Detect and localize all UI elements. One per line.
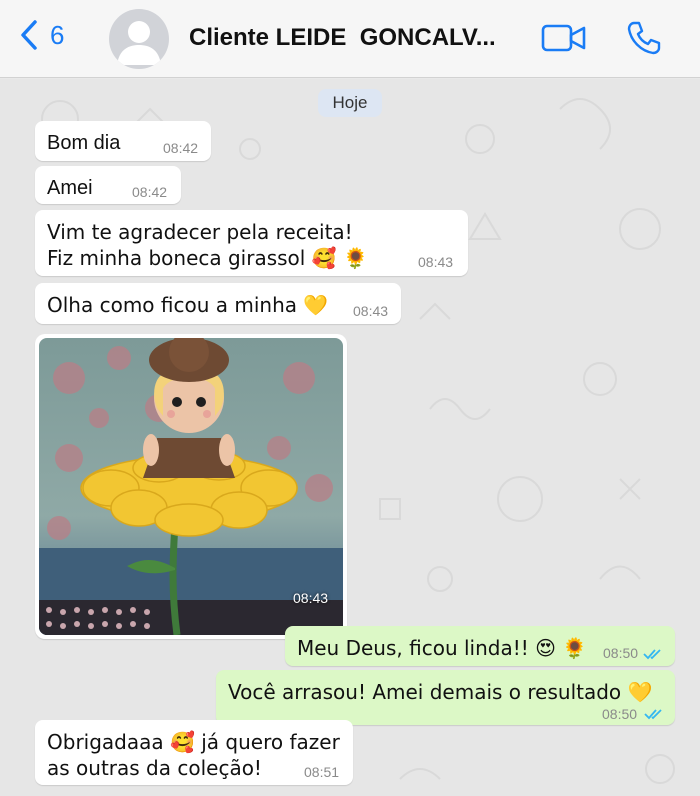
chat-header: 6 Cliente LEIDE GONCALV... xyxy=(0,0,700,78)
date-separator: Hoje xyxy=(318,89,382,117)
message-text: Amei xyxy=(47,177,93,199)
avatar[interactable] xyxy=(109,9,169,69)
message-time: 08:43 xyxy=(293,590,329,606)
message-time: 08:43 xyxy=(353,303,389,319)
double-check-icon xyxy=(643,649,661,660)
message-time: 08:42 xyxy=(132,184,168,200)
message-text: Bom dia xyxy=(47,132,121,154)
video-call-button[interactable] xyxy=(541,22,587,59)
message-text: Meu Deus, ficou linda!! 😍 🌻 xyxy=(297,636,588,660)
message-time: 08:42 xyxy=(163,140,199,156)
message-list[interactable]: Hoje Bom dia 08:42 Amei 08:42 Vim te agr… xyxy=(0,79,700,796)
unread-count: 6 xyxy=(50,19,65,50)
video-camera-icon xyxy=(541,24,586,52)
phone-icon xyxy=(627,21,661,55)
chevron-left-icon xyxy=(21,20,37,50)
message-text: Obrigadaaa 🥰 já quero fazer as outras da… xyxy=(47,730,340,780)
message-bubble-incoming[interactable]: Vim te agradecer pela receita! Fiz minha… xyxy=(35,210,468,276)
double-check-icon xyxy=(644,709,662,720)
message-time: 08:43 xyxy=(418,254,454,270)
message-time: 08:50 xyxy=(602,706,638,722)
message-time: 08:50 xyxy=(603,645,639,661)
message-text: Você arrasou! Amei demais o resultado 💛 xyxy=(228,680,653,704)
message-text: Vim te agradecer pela receita! Fiz minha… xyxy=(47,220,368,270)
message-bubble-outgoing[interactable]: Você arrasou! Amei demais o resultado 💛 … xyxy=(216,670,675,725)
avatar-placeholder-icon xyxy=(117,21,161,65)
contact-name[interactable]: Cliente LEIDE GONCALV... xyxy=(189,24,529,52)
back-button[interactable]: 6 xyxy=(18,18,64,52)
message-bubble-outgoing[interactable]: Meu Deus, ficou linda!! 😍 🌻 08:50 xyxy=(285,626,675,666)
voice-call-button[interactable] xyxy=(626,20,662,61)
message-bubble-incoming[interactable]: Bom dia 08:42 xyxy=(35,121,211,161)
photo-message[interactable]: 08:43 xyxy=(35,334,347,639)
message-text: Olha como ficou a minha 💛 xyxy=(47,293,329,317)
message-bubble-incoming[interactable]: Obrigadaaa 🥰 já quero fazer as outras da… xyxy=(35,720,353,785)
message-bubble-incoming[interactable]: Amei 08:42 xyxy=(35,166,181,204)
message-bubble-incoming[interactable]: Olha como ficou a minha 💛 08:43 xyxy=(35,283,401,324)
message-time: 08:51 xyxy=(304,764,340,780)
